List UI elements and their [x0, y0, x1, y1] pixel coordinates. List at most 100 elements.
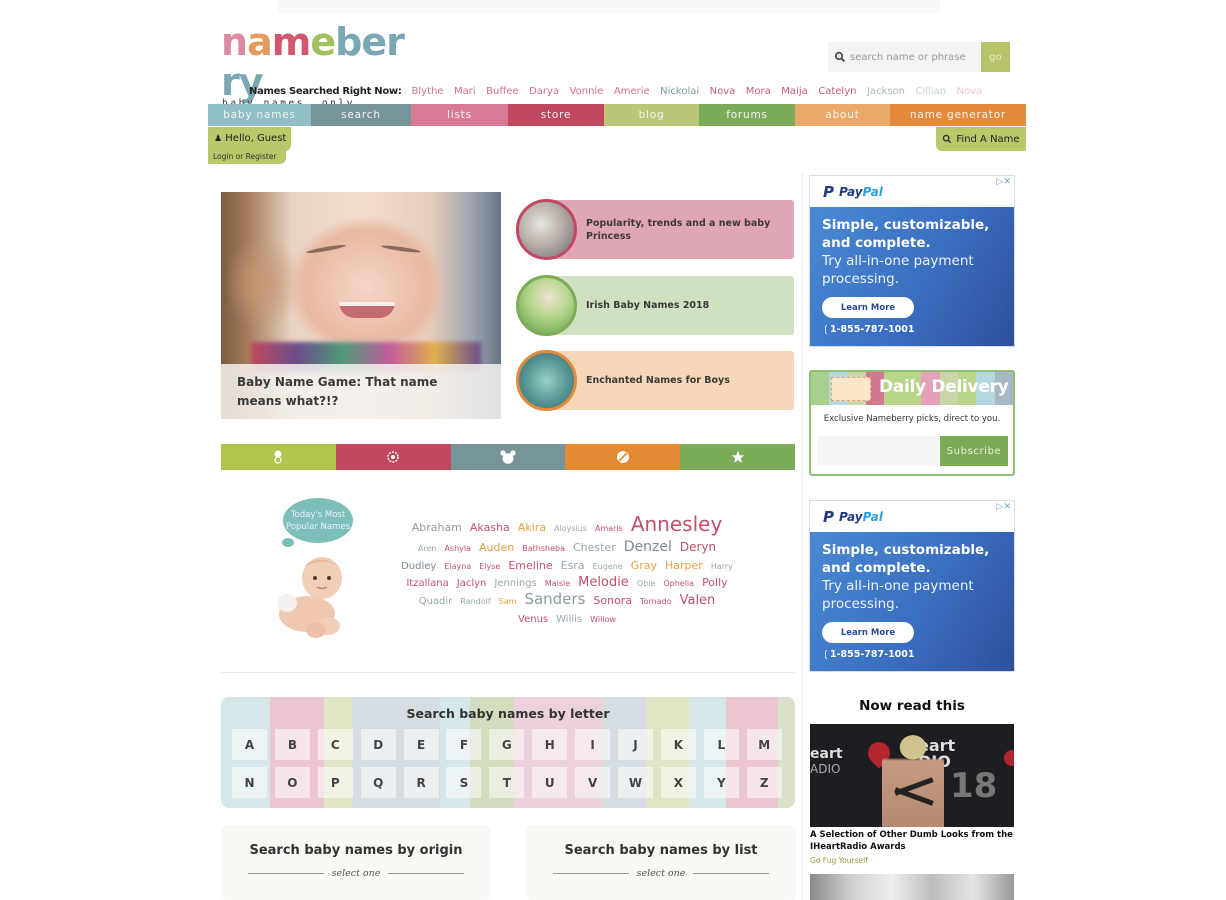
- nav-item-about[interactable]: about: [795, 104, 890, 126]
- popular-name-link[interactable]: Sonora: [593, 594, 632, 607]
- popular-name-link[interactable]: Dudley: [401, 561, 436, 572]
- popular-name-link[interactable]: Deryn: [680, 540, 716, 554]
- popular-name-link[interactable]: Esra: [561, 559, 585, 572]
- letter-button-n[interactable]: N: [232, 767, 267, 798]
- popular-name-link[interactable]: Ashyla: [444, 544, 471, 553]
- find-a-name-tab[interactable]: Find A Name: [936, 127, 1026, 151]
- letter-button-m[interactable]: M: [746, 729, 782, 760]
- popular-name-link[interactable]: Auden: [479, 541, 514, 554]
- popular-name-link[interactable]: Annesley: [631, 512, 722, 536]
- popular-name-link[interactable]: Sanders: [524, 590, 585, 608]
- letter-button-g[interactable]: G: [489, 729, 525, 760]
- nav-item-blog[interactable]: blog: [604, 104, 699, 126]
- ad-learn-more-button[interactable]: Learn More: [822, 622, 914, 643]
- popular-name-link[interactable]: Elayna: [444, 562, 471, 571]
- letter-button-o[interactable]: O: [274, 767, 310, 798]
- nav-item-lists[interactable]: lists: [411, 104, 508, 126]
- popular-name-link[interactable]: Itzallana: [406, 578, 448, 589]
- searched-name-link[interactable]: Darya: [529, 86, 559, 97]
- nav-item-baby-names[interactable]: baby names: [208, 104, 311, 126]
- popular-name-link[interactable]: Akasha: [470, 521, 510, 534]
- letter-button-r[interactable]: R: [403, 767, 439, 798]
- letter-button-k[interactable]: K: [660, 729, 696, 760]
- letter-button-z[interactable]: Z: [746, 767, 782, 798]
- popular-name-link[interactable]: Randolf: [460, 597, 490, 606]
- feature-list-item[interactable]: Enchanted Names for Boys: [516, 350, 794, 411]
- now-read-this-image[interactable]: eart ADIO eart DIO 18: [810, 724, 1014, 827]
- paypal-ad-2[interactable]: P PayPal ▷✕ Simple, customizable, and co…: [809, 500, 1015, 672]
- popular-name-link[interactable]: Amaris: [595, 524, 623, 533]
- popular-name-link[interactable]: Obie: [637, 579, 656, 588]
- paypal-ad-1[interactable]: P PayPal ▷✕ Simple, customizable, and co…: [809, 175, 1015, 347]
- popular-name-link[interactable]: Willow: [590, 615, 616, 624]
- searched-name-link[interactable]: Mari: [454, 86, 476, 97]
- nav-item-search[interactable]: search: [311, 104, 411, 126]
- popular-name-link[interactable]: Ophelia: [663, 579, 694, 588]
- next-article-image[interactable]: [810, 874, 1014, 900]
- list-select[interactable]: select one: [553, 868, 769, 879]
- feature-list-item[interactable]: Irish Baby Names 2018: [516, 275, 794, 336]
- letter-button-e[interactable]: E: [403, 729, 439, 760]
- popular-name-link[interactable]: Polly: [702, 576, 728, 589]
- searched-name-link[interactable]: Nickolai: [660, 86, 699, 97]
- category-flower-button[interactable]: [335, 444, 451, 470]
- popular-name-link[interactable]: Venus: [518, 614, 548, 625]
- popular-name-link[interactable]: Elyse: [479, 562, 500, 571]
- letter-button-l[interactable]: L: [703, 729, 739, 760]
- category-ball-button[interactable]: [565, 444, 681, 470]
- popular-name-link[interactable]: Valen: [680, 593, 716, 608]
- popular-name-link[interactable]: Harper: [665, 559, 703, 572]
- popular-name-link[interactable]: Abraham: [412, 521, 462, 534]
- letter-button-p[interactable]: P: [317, 767, 353, 798]
- letter-button-d[interactable]: D: [360, 729, 396, 760]
- letter-button-b[interactable]: B: [274, 729, 310, 760]
- popular-name-link[interactable]: Melodie: [578, 575, 629, 590]
- letter-button-q[interactable]: Q: [360, 767, 396, 798]
- letter-button-u[interactable]: U: [532, 767, 568, 798]
- searched-name-link[interactable]: Mora: [746, 86, 771, 97]
- letter-button-v[interactable]: V: [575, 767, 611, 798]
- letter-button-w[interactable]: W: [618, 767, 654, 798]
- popular-name-link[interactable]: Harry: [711, 562, 733, 571]
- popular-name-link[interactable]: Bathsheba: [522, 544, 565, 553]
- letter-button-j[interactable]: J: [618, 729, 654, 760]
- popular-name-link[interactable]: Emeline: [508, 559, 552, 572]
- hello-guest-tab[interactable]: ♟ Hello, Guest: [208, 127, 291, 151]
- popular-name-link[interactable]: Maisie: [545, 579, 570, 588]
- ad-learn-more-button[interactable]: Learn More: [822, 297, 914, 318]
- popular-name-link[interactable]: Willis: [556, 614, 582, 625]
- popular-name-link[interactable]: Denzel: [624, 539, 672, 555]
- search-input[interactable]: [850, 51, 980, 63]
- popular-name-link[interactable]: Jennings: [494, 578, 536, 589]
- popular-name-link[interactable]: Eugene: [593, 562, 623, 571]
- login-register-link[interactable]: Login or Register: [208, 150, 286, 164]
- letter-button-i[interactable]: I: [575, 729, 611, 760]
- subscribe-button[interactable]: Subscribe: [940, 436, 1008, 466]
- popular-name-link[interactable]: Aren: [418, 544, 437, 553]
- origin-select[interactable]: select one: [248, 868, 464, 879]
- now-read-this-caption[interactable]: A Selection of Other Dumb Looks from the…: [810, 829, 1014, 853]
- searched-name-link[interactable]: Catelyn: [818, 86, 856, 97]
- nav-item-forums[interactable]: forums: [699, 104, 795, 126]
- searched-name-link[interactable]: Nova: [710, 86, 736, 97]
- searched-name-link[interactable]: Amerie: [614, 86, 650, 97]
- popular-name-link[interactable]: Chester: [573, 541, 616, 554]
- searched-name-link[interactable]: Buffee: [486, 86, 518, 97]
- nameberry-logo[interactable]: nameberry baby names, only cooler: [221, 22, 411, 120]
- popular-name-link[interactable]: Gray: [631, 559, 657, 572]
- letter-button-h[interactable]: H: [532, 729, 568, 760]
- searched-name-link[interactable]: Nova: [957, 86, 983, 97]
- letter-button-f[interactable]: F: [446, 729, 482, 760]
- feature-list-item[interactable]: Popularity, trends and a new baby Prince…: [516, 199, 794, 260]
- letter-button-x[interactable]: X: [660, 767, 696, 798]
- popular-name-link[interactable]: Tornado: [640, 597, 672, 606]
- searched-name-link[interactable]: Jackson: [867, 86, 905, 97]
- ad-choices-icon[interactable]: ▷✕: [997, 502, 1011, 512]
- nav-item-store[interactable]: store: [508, 104, 604, 126]
- popular-name-link[interactable]: Akira: [518, 521, 546, 534]
- category-bear-button[interactable]: [450, 444, 566, 470]
- category-pacifier-button[interactable]: [221, 444, 336, 470]
- searched-name-link[interactable]: Maija: [781, 86, 807, 97]
- popular-name-link[interactable]: Sam: [499, 597, 517, 606]
- popular-name-link[interactable]: Quadir: [419, 596, 453, 607]
